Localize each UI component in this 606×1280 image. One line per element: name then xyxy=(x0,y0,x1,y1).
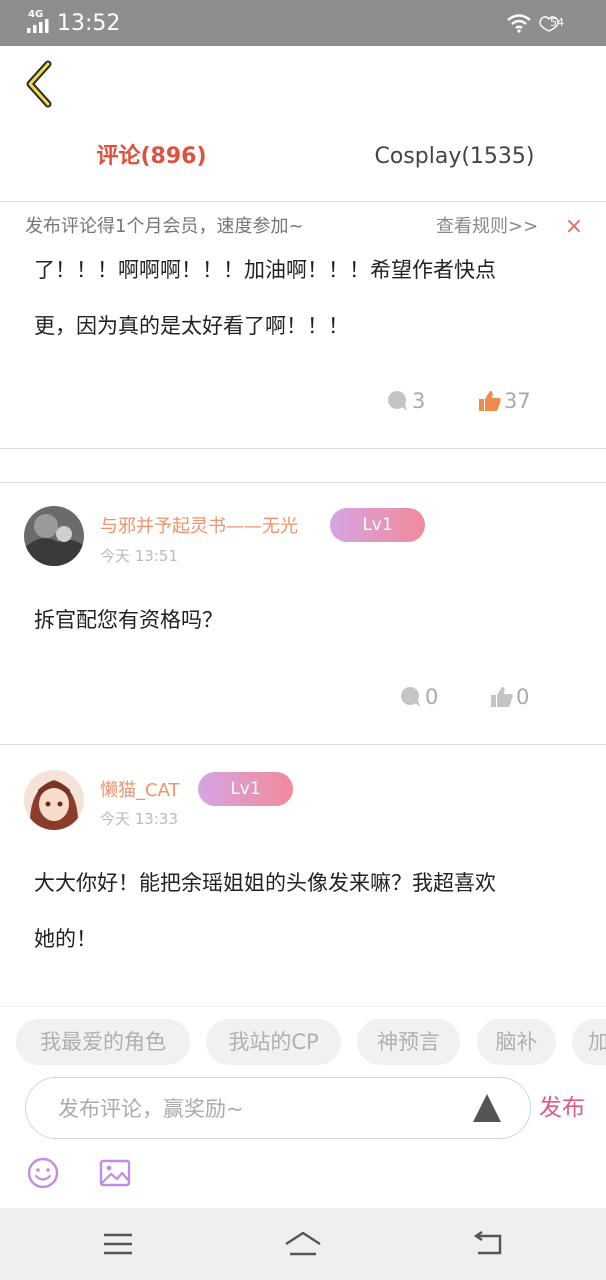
comment-time: 今天 13:51 xyxy=(100,547,178,565)
level-badge: Lv1 xyxy=(198,772,293,806)
battery-level: 54 xyxy=(550,16,564,29)
comment-text: 拆官配您有资格吗？ xyxy=(34,592,223,648)
promo-notice: 发布评论得1个月会员，速度参加~ 查看规则>> × xyxy=(0,202,606,250)
tab-comments[interactable]: 评论(896) xyxy=(0,128,303,186)
like-count: 0 xyxy=(516,685,530,709)
tag-chip[interactable]: 神预言 xyxy=(357,1019,460,1065)
tab-bar: 评论(896) Cosplay(1535) xyxy=(0,128,606,186)
menu-icon[interactable] xyxy=(98,1226,138,1262)
avatar[interactable] xyxy=(24,506,84,566)
publish-button[interactable]: 发布 xyxy=(539,1090,585,1126)
divider xyxy=(0,744,606,745)
username[interactable]: 与邪并予起灵书——无光 xyxy=(100,513,298,541)
reply-count: 0 xyxy=(425,685,439,709)
comment-line: 拆官配您有资格吗？ xyxy=(34,608,223,632)
like-button[interactable]: 37 xyxy=(478,386,531,416)
topic-tag-bar: 我最爱的角色 我站的CP 神预言 脑补 加 xyxy=(0,1006,606,1076)
wifi-icon xyxy=(507,14,531,33)
reply-button[interactable]: 0 xyxy=(399,682,438,712)
comment-line: 她的！ xyxy=(34,927,97,951)
tag-chip[interactable]: 我最爱的角色 xyxy=(16,1019,190,1065)
like-count: 37 xyxy=(504,389,531,413)
status-time: 13:52 xyxy=(57,11,121,36)
status-bar: 4G 13:52 54 xyxy=(0,0,606,46)
avatar[interactable] xyxy=(24,770,84,830)
view-rules-link[interactable]: 查看规则>> xyxy=(436,214,538,240)
battery-icon: 54 xyxy=(538,14,568,32)
tag-chip[interactable]: 我站的CP xyxy=(206,1019,341,1065)
like-button[interactable]: 0 xyxy=(490,682,529,712)
comment-text: 大大你好！能把余瑶姐姐的头像发来嘛？我超喜欢 她的！ xyxy=(34,855,496,967)
comment-text: 了！！！啊啊啊！！！加油啊！！！希望作者快点 更，因为真的是太好看了啊！！！ xyxy=(34,242,496,354)
divider xyxy=(0,448,606,449)
tag-chip[interactable]: 脑补 xyxy=(477,1019,556,1065)
thumbs-up-icon xyxy=(479,391,501,411)
signal-icon xyxy=(27,19,49,33)
comment-line: 大大你好！能把余瑶姐姐的头像发来嘛？我超喜欢 xyxy=(34,871,496,895)
tag-chip[interactable]: 加 xyxy=(572,1019,606,1065)
image-icon[interactable] xyxy=(98,1156,132,1190)
close-icon[interactable]: × xyxy=(562,214,586,240)
reply-button[interactable]: 3 xyxy=(386,386,425,416)
reply-count: 3 xyxy=(412,389,426,413)
comment-time: 今天 13:33 xyxy=(100,810,178,828)
comment-line: 了！！！啊啊啊！！！加油啊！！！希望作者快点 xyxy=(34,258,496,282)
back-chevron-icon[interactable] xyxy=(20,58,60,110)
home-icon[interactable] xyxy=(283,1226,323,1262)
thumbs-up-icon xyxy=(491,687,513,707)
send-triangle-icon[interactable] xyxy=(471,1092,503,1124)
system-nav-bar xyxy=(0,1208,606,1280)
level-badge: Lv1 xyxy=(330,508,425,542)
tab-cosplay[interactable]: Cosplay(1535) xyxy=(303,128,606,186)
comment-line: 更，因为真的是太好看了啊！！！ xyxy=(34,314,349,338)
back-icon[interactable] xyxy=(468,1226,508,1262)
notice-message: 发布评论得1个月会员，速度参加~ xyxy=(25,216,304,237)
comment-input-placeholder: 发布评论，赢奖励~ xyxy=(58,1097,244,1121)
emoji-icon[interactable] xyxy=(26,1156,60,1190)
username[interactable]: 懒猫_CAT xyxy=(100,777,179,805)
divider xyxy=(0,482,606,483)
comment-bubble-icon xyxy=(388,391,407,411)
comment-bubble-icon xyxy=(401,687,420,707)
comment-input[interactable]: 发布评论，赢奖励~ xyxy=(25,1077,531,1139)
